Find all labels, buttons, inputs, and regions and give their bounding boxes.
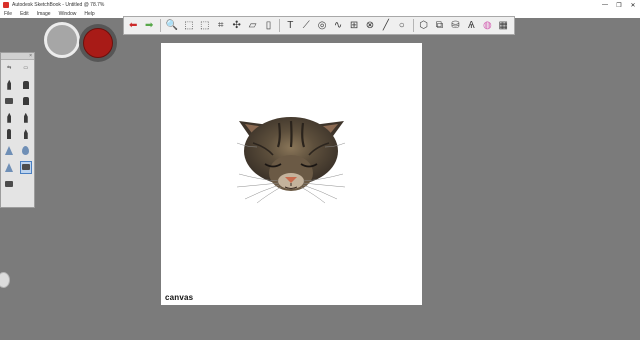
brush-nib-icon xyxy=(7,129,12,140)
toolbar-separator xyxy=(279,19,281,32)
menu-edit[interactable]: Edit xyxy=(20,11,29,17)
toolbar-separator xyxy=(412,19,414,32)
ellipse-guide-icon[interactable]: ◎ xyxy=(317,19,327,32)
brush-tri[interactable] xyxy=(3,161,15,174)
brush-drop-icon xyxy=(22,146,30,156)
line-icon[interactable]: ╱ xyxy=(381,19,391,32)
redo-icon[interactable]: ➡ xyxy=(144,19,154,32)
toolbar-separator xyxy=(159,19,161,32)
layer-icon[interactable]: ▯ xyxy=(263,19,273,32)
brush-pencil-icon xyxy=(23,129,28,140)
kitten-face-drawing xyxy=(236,117,346,204)
brush-pencil[interactable] xyxy=(3,111,15,124)
brush-wide-icon xyxy=(21,164,30,171)
zoom-icon[interactable]: 🔍 xyxy=(166,19,178,32)
primary-color-puck[interactable] xyxy=(79,24,117,62)
brush-wide-icon xyxy=(5,98,14,105)
layer-editor-icon[interactable]: ▦ xyxy=(498,19,508,32)
brush-palette-header[interactable]: × xyxy=(1,53,34,60)
title-bar: Autodesk SketchBook - Untitled @ 78.7% —… xyxy=(0,0,640,10)
window-controls: — ❐ ✕ xyxy=(598,0,640,10)
text-icon[interactable]: T xyxy=(285,19,295,32)
brush-empty xyxy=(20,177,32,190)
crop-icon[interactable]: ⌗ xyxy=(216,19,226,32)
brush-palette: × ⇆ ▭ xyxy=(0,52,35,208)
brush-row xyxy=(1,93,34,110)
maximize-button[interactable]: ❐ xyxy=(612,0,626,10)
canvas-label: canvas xyxy=(165,293,194,302)
brush-tri[interactable] xyxy=(3,144,15,157)
symmetry-icon[interactable]: ⊗ xyxy=(365,19,375,32)
perspective-icon[interactable]: ⊞ xyxy=(349,19,359,32)
menu-image[interactable]: Image xyxy=(37,11,51,17)
shape-icon[interactable]: ⬡ xyxy=(418,19,428,32)
brush-tri-icon xyxy=(5,146,14,156)
brush-pencil-icon xyxy=(7,79,12,90)
primary-color-swatch xyxy=(83,28,113,58)
brush-row xyxy=(1,176,34,193)
brush-pencil-icon xyxy=(23,112,28,123)
main-toolbar: ⬅ ➡ 🔍 ⬚ ⬚ ⌗ ✣ ▱ ▯ T ⟋ ◎ ∿ ⊞ ⊗ ╱ ○ ⬡ ⧉ ⛁ Ѧ ◍ ▦ xyxy=(123,16,515,35)
brush-drop[interactable] xyxy=(20,144,32,157)
copy-icon[interactable]: ⧉ xyxy=(434,19,444,32)
french-curve-icon[interactable]: ∿ xyxy=(333,19,343,32)
distort-icon[interactable]: ▱ xyxy=(247,19,257,32)
lasso-icon[interactable]: ⬚ xyxy=(200,19,210,32)
brush-row xyxy=(1,159,34,176)
brush-row xyxy=(1,110,34,127)
close-icon[interactable]: × xyxy=(29,53,32,59)
brush-wide[interactable] xyxy=(3,95,15,108)
brush-tag-icon: ▭ xyxy=(23,65,29,72)
brush-tag[interactable]: ▭ xyxy=(20,62,32,75)
minimize-button[interactable]: — xyxy=(598,0,612,10)
menu-file[interactable]: File xyxy=(4,11,12,17)
secondary-color-puck[interactable] xyxy=(44,22,80,58)
close-button[interactable]: ✕ xyxy=(626,0,640,10)
lagoon-handle[interactable] xyxy=(0,272,10,288)
brush-row xyxy=(1,77,34,94)
app-icon xyxy=(3,2,9,8)
undo-icon[interactable]: ⬅ xyxy=(128,19,138,32)
menu-help[interactable]: Help xyxy=(84,11,94,17)
brush-row: ⇆ ▭ xyxy=(1,60,34,77)
brush-sq[interactable] xyxy=(20,95,32,108)
brush-tag[interactable]: ⇆ xyxy=(3,62,15,75)
brush-sq-icon xyxy=(22,80,29,89)
brush-wide[interactable] xyxy=(3,177,15,190)
select-icon[interactable]: ⬚ xyxy=(184,19,194,32)
circle-icon[interactable]: ○ xyxy=(397,19,407,32)
brush-library-icon[interactable]: Ѧ xyxy=(466,19,476,32)
brush-pencil[interactable] xyxy=(20,111,32,124)
ruler-icon[interactable]: ⟋ xyxy=(301,19,311,32)
brush-sq-icon xyxy=(22,97,29,106)
fill-icon[interactable]: ⛁ xyxy=(450,19,460,32)
brush-wide-icon xyxy=(5,180,14,187)
brush-nib[interactable] xyxy=(3,128,15,141)
menu-window[interactable]: Window xyxy=(59,11,77,17)
brush-sq[interactable] xyxy=(20,78,32,91)
brush-row xyxy=(1,126,34,143)
brush-pencil-icon xyxy=(7,112,12,123)
window-title: Autodesk SketchBook - Untitled @ 78.7% xyxy=(12,2,105,8)
brush-pencil[interactable] xyxy=(20,128,32,141)
brush-tag-icon: ⇆ xyxy=(7,65,12,72)
brush-wide[interactable] xyxy=(19,160,32,174)
brush-pencil[interactable] xyxy=(3,78,15,91)
drawing-canvas[interactable]: canvas xyxy=(161,43,422,305)
color-wheel-icon[interactable]: ◍ xyxy=(482,19,492,32)
transform-icon[interactable]: ✣ xyxy=(231,19,241,32)
brush-row xyxy=(1,143,34,160)
brush-tri-icon xyxy=(5,162,14,172)
